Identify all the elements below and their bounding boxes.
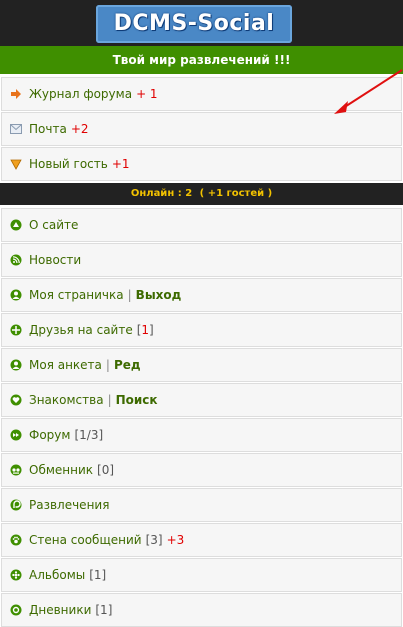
site-logo[interactable]: DCMS-Social xyxy=(96,5,292,43)
albums-count: [1] xyxy=(89,568,107,582)
online-count: Онлайн : 2 xyxy=(130,188,193,199)
menu-item-albums[interactable]: Альбомы [1] xyxy=(1,558,402,592)
menu-item-profile[interactable]: Моя анкета | Ред xyxy=(1,348,402,382)
heart-icon xyxy=(10,394,22,406)
rss-icon xyxy=(10,254,22,266)
menu-item-about[interactable]: О сайте xyxy=(1,208,402,242)
menu-item-forum-label: Форум xyxy=(29,428,71,442)
edit-profile-link[interactable]: Ред xyxy=(114,358,141,372)
forum-journal-label: Журнал форума xyxy=(29,87,133,101)
menu-item-diaries[interactable]: Дневники [1] xyxy=(1,593,402,627)
online-status-bar[interactable]: Онлайн : 2 ( +1 гостей ) xyxy=(0,183,403,205)
menu-item-profile-label: Моя анкета xyxy=(29,358,102,372)
annotation-arrow-icon xyxy=(334,69,403,114)
search-link[interactable]: Поиск xyxy=(116,393,158,407)
menu-item-friends-label: Друзья на сайте xyxy=(29,323,133,337)
new-guest-label: Новый гость xyxy=(29,157,108,171)
menu-item-forum[interactable]: Форум [1/3] xyxy=(1,418,402,452)
menu-item-diaries-label: Дневники xyxy=(29,603,92,617)
guest-icon xyxy=(10,158,22,170)
arrow-right-icon xyxy=(10,88,22,100)
menu-item-my-page-label: Моя страничка xyxy=(29,288,124,302)
menu-item-dating[interactable]: Знакомства | Поиск xyxy=(1,383,402,417)
online-guests: ( +1 гостей ) xyxy=(199,188,273,199)
new-guest-badge: +1 xyxy=(111,157,130,171)
friends-count-close: ] xyxy=(149,323,154,337)
flower-icon xyxy=(10,569,22,581)
menu-item-exchange-label: Обменник xyxy=(29,463,94,477)
forum-icon xyxy=(10,429,22,441)
logo-text: DCMS-Social xyxy=(113,11,275,36)
tagline-text: Твой мир развлечений !!! xyxy=(112,53,291,67)
menu-item-wall-label: Стена сообщений xyxy=(29,533,142,547)
menu-item-dating-label: Знакомства xyxy=(29,393,104,407)
site-header: DCMS-Social xyxy=(0,0,403,46)
paw-icon xyxy=(10,534,22,546)
entertainment-icon xyxy=(10,499,22,511)
separator: | xyxy=(127,288,132,302)
menu-item-exchange[interactable]: Обменник [0] xyxy=(1,453,402,487)
profile-icon xyxy=(10,359,22,371)
diaries-count: [1] xyxy=(95,603,113,617)
friends-icon xyxy=(10,324,22,336)
wall-new-badge: +3 xyxy=(166,533,185,547)
separator: | xyxy=(107,393,112,407)
mail-badge: +2 xyxy=(70,122,89,136)
forum-journal-badge: + 1 xyxy=(136,87,158,101)
friends-count: 1 xyxy=(141,323,150,337)
envelope-icon xyxy=(10,123,22,135)
menu-item-friends[interactable]: Друзья на сайте [1] xyxy=(1,313,402,347)
menu-item-wall[interactable]: Стена сообщений [3] +3 xyxy=(1,523,402,557)
new-guest-link[interactable]: Новый гость +1 xyxy=(1,147,402,181)
menu-item-my-page[interactable]: Моя страничка | Выход xyxy=(1,278,402,312)
menu-item-news[interactable]: Новости xyxy=(1,243,402,277)
diary-icon xyxy=(10,604,22,616)
exchange-count: [0] xyxy=(97,463,115,477)
info-icon xyxy=(10,219,22,231)
logout-link[interactable]: Выход xyxy=(136,288,182,302)
mail-label: Почта xyxy=(29,122,67,136)
menu-item-news-label: Новости xyxy=(29,253,82,267)
user-icon xyxy=(10,289,22,301)
menu-item-entertainment[interactable]: Развлечения xyxy=(1,488,402,522)
tagline-bar: Твой мир развлечений !!! xyxy=(0,46,403,114)
separator: | xyxy=(105,358,110,372)
menu-item-about-label: О сайте xyxy=(29,218,79,232)
exchange-icon xyxy=(10,464,22,476)
wall-count: [3] xyxy=(145,533,163,547)
menu-item-albums-label: Альбомы xyxy=(29,568,86,582)
menu-item-entertainment-label: Развлечения xyxy=(29,498,110,512)
forum-count: [1/3] xyxy=(74,428,104,442)
